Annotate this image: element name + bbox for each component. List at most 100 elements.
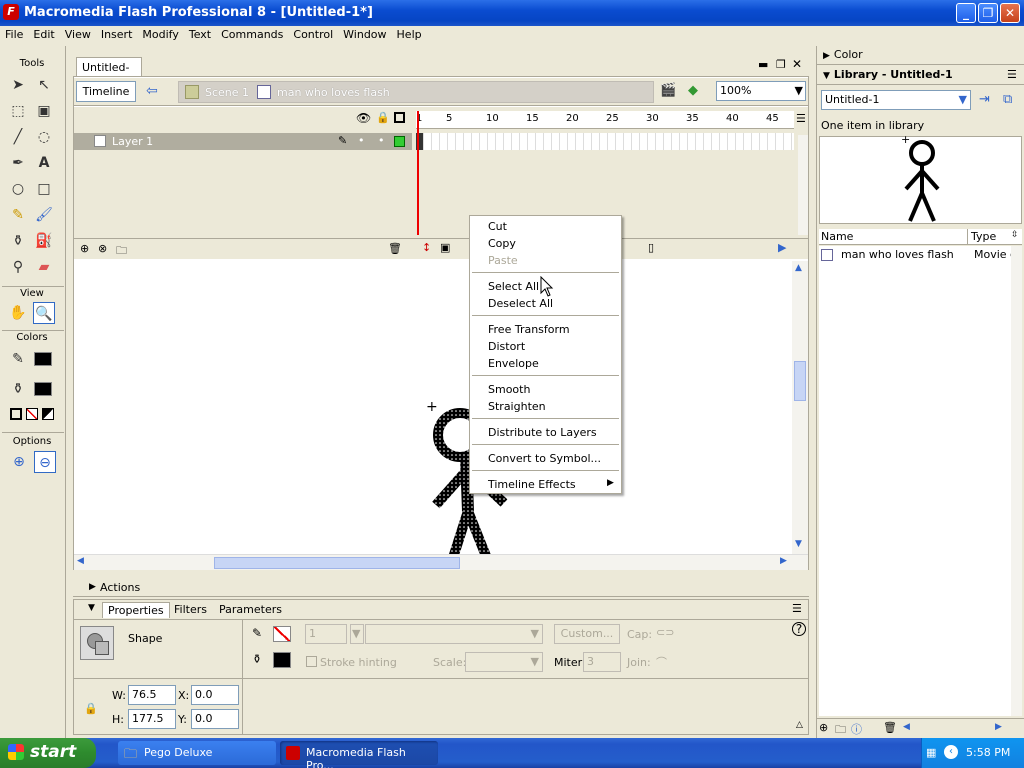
close-button[interactable]: ✕ <box>1000 3 1020 23</box>
menu-window[interactable]: Window <box>338 26 391 43</box>
paint-bucket-tool-icon[interactable]: ⛽ <box>33 230 55 252</box>
timeline-menu-icon[interactable]: ☰ <box>796 112 806 125</box>
timeline-vscroll[interactable] <box>798 135 808 235</box>
timeline-button[interactable]: Timeline <box>76 81 136 102</box>
taskbar-item-flash[interactable]: Macromedia Flash Pro... <box>280 741 438 768</box>
clock[interactable]: 5:58 PM <box>966 746 1010 759</box>
stage-vscroll[interactable]: ▲ ▼ <box>792 261 808 554</box>
scroll-left-icon[interactable]: ◀ <box>903 722 910 732</box>
no-color-icon[interactable] <box>26 408 38 420</box>
pen-tool-icon[interactable]: ✒ <box>7 152 29 174</box>
lock-icon[interactable]: 🔒 <box>84 702 98 715</box>
library-vscroll[interactable] <box>1011 246 1022 716</box>
menu-file[interactable]: File <box>0 26 28 43</box>
visibility-dot[interactable]: • <box>358 134 365 147</box>
custom-button[interactable]: Custom... <box>554 624 620 644</box>
menu-item-convert-to-symbol[interactable]: Convert to Symbol... <box>488 452 601 465</box>
actions-panel-header[interactable]: ▶ Actions <box>73 579 809 597</box>
ink-bottle-tool-icon[interactable]: ⚱ <box>7 230 29 252</box>
outline-icon[interactable] <box>394 112 405 123</box>
zoom-in-icon[interactable]: ⊕ <box>8 451 30 473</box>
expand-properties-icon[interactable]: △ <box>796 720 803 730</box>
color-panel-header[interactable]: ▶ Color <box>817 46 1024 65</box>
eyedropper-tool-icon[interactable]: ⚲ <box>7 256 29 278</box>
stroke-style-select[interactable]: ▼ <box>365 624 543 644</box>
menu-item-free-transform[interactable]: Free Transform <box>488 323 570 336</box>
eraser-tool-icon[interactable]: ▰ <box>33 256 55 278</box>
menu-item-timeline-effects[interactable]: Timeline Effects <box>488 478 576 491</box>
new-library-panel-icon[interactable]: ⧉ <box>1003 92 1012 107</box>
scroll-left-icon[interactable]: ◀ <box>77 556 84 566</box>
vscroll-thumb[interactable] <box>794 361 806 401</box>
width-field[interactable]: 76.5 <box>128 685 176 705</box>
menu-item-distort[interactable]: Distort <box>488 340 525 353</box>
stroke-hinting-checkbox[interactable] <box>306 656 317 667</box>
stroke-color-swatch[interactable] <box>273 626 291 642</box>
menu-item-envelope[interactable]: Envelope <box>488 357 539 370</box>
frame-ruler[interactable]: 1 5 10 15 20 25 30 35 40 45 <box>416 111 794 129</box>
lasso-tool-icon[interactable]: ◌ <box>33 126 55 148</box>
tab-properties[interactable]: Properties <box>102 602 170 618</box>
menu-modify[interactable]: Modify <box>137 26 183 43</box>
line-tool-icon[interactable]: ╱ <box>7 126 29 148</box>
doc-close-icon[interactable]: ✕ <box>792 57 802 71</box>
scroll-up-icon[interactable]: ▲ <box>795 263 802 273</box>
stage-hscroll[interactable]: ◀ ▶ <box>74 554 808 570</box>
breadcrumb-symbol[interactable]: man who loves flash <box>277 86 390 99</box>
delete-icon[interactable]: 🗑 <box>883 721 897 734</box>
edit-symbols-icon[interactable]: ◆ <box>688 83 710 101</box>
library-panel-header[interactable]: ▼ Library - Untitled-1 ☰ <box>817 66 1024 85</box>
zoom-out-icon[interactable]: ⊖ <box>34 451 56 473</box>
pencil-tool-icon[interactable]: ✎ <box>7 204 29 226</box>
document-tab[interactable]: Untitled-1* <box>76 57 142 87</box>
delete-layer-icon[interactable]: 🗑 <box>388 242 402 255</box>
list-item[interactable]: man who loves flash Movie c <box>819 246 1022 264</box>
col-name[interactable]: Name <box>821 230 853 243</box>
fill-color-swatch[interactable] <box>34 382 52 396</box>
outline-color-box[interactable] <box>394 136 405 147</box>
pin-library-icon[interactable]: ⇥ <box>979 92 990 107</box>
panel-menu-icon[interactable]: ☰ <box>1007 68 1017 81</box>
stroke-height-dropdown[interactable]: ▼ <box>350 624 364 644</box>
eye-icon[interactable]: 👁 <box>356 111 371 125</box>
scroll-right-icon[interactable]: ▶ <box>780 556 787 566</box>
menu-item-copy[interactable]: Copy <box>488 237 516 250</box>
lock-icon[interactable]: 🔒 <box>376 111 390 124</box>
properties-icon[interactable]: ⓘ <box>851 721 862 737</box>
tab-parameters[interactable]: Parameters <box>214 602 287 617</box>
playhead[interactable] <box>417 111 419 235</box>
swap-colors-icon[interactable] <box>42 408 54 420</box>
start-button[interactable]: start <box>0 738 96 768</box>
tray-arrow-icon[interactable]: ‹ <box>944 745 958 759</box>
zoom-tool-icon[interactable]: 🔍 <box>33 302 55 324</box>
zoom-select[interactable]: 100% ▼ <box>716 81 806 101</box>
minimize-button[interactable]: _ <box>956 3 976 23</box>
fill-color-swatch[interactable] <box>273 652 291 668</box>
menu-item-cut[interactable]: Cut <box>488 220 507 233</box>
menu-control[interactable]: Control <box>288 26 338 43</box>
brush-tool-icon[interactable]: 🖌 <box>33 204 55 226</box>
hscroll-thumb[interactable] <box>214 557 460 569</box>
insert-layer-icon[interactable]: ⊕ <box>80 242 89 255</box>
default-colors-icon[interactable] <box>10 408 22 420</box>
layer-row[interactable]: Layer 1 ✎ • • <box>74 133 412 150</box>
panel-menu-icon[interactable]: ☰ <box>792 602 802 615</box>
add-guide-icon[interactable]: ⊗ <box>98 242 107 255</box>
col-type[interactable]: Type <box>971 230 996 243</box>
cap-icon[interactable]: ⊂⊃ <box>656 626 674 639</box>
arrow-tool-icon[interactable]: ➤ <box>7 74 29 96</box>
scroll-right-icon[interactable]: ▶ <box>778 241 786 254</box>
doc-restore-icon[interactable]: ❐ <box>776 58 786 71</box>
timeline-hscroll-thumb[interactable]: ▯ <box>648 241 654 254</box>
miter-field[interactable]: 3 <box>583 652 621 672</box>
back-arrow-icon[interactable]: ⇦ <box>146 83 168 101</box>
frame-grid[interactable] <box>416 133 794 150</box>
menu-commands[interactable]: Commands <box>216 26 288 43</box>
rectangle-tool-icon[interactable]: □ <box>33 178 55 200</box>
menu-item-straighten[interactable]: Straighten <box>488 400 546 413</box>
edit-scene-icon[interactable]: 🎬 <box>660 83 682 101</box>
menu-insert[interactable]: Insert <box>96 26 138 43</box>
breadcrumb-scene[interactable]: Scene 1 <box>205 86 249 99</box>
y-field[interactable]: 0.0 <box>191 709 239 729</box>
tab-filters[interactable]: Filters <box>169 602 212 617</box>
